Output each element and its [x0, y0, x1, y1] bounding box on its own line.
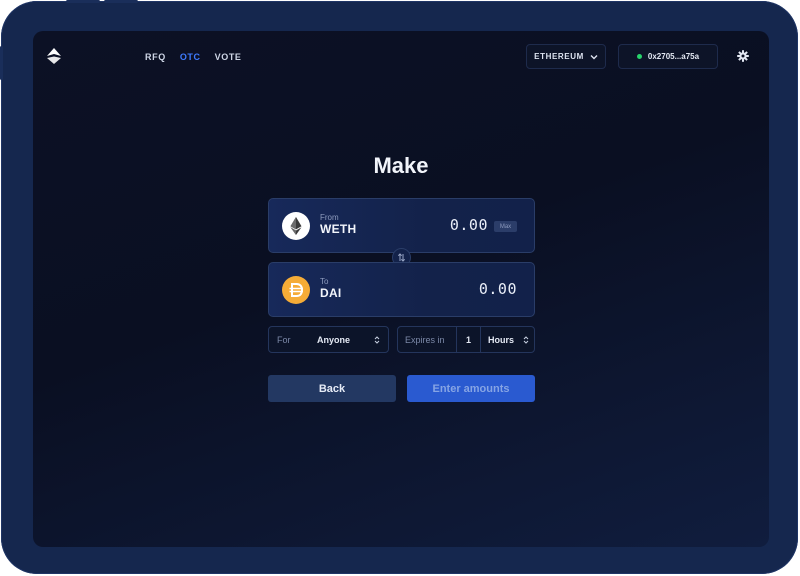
- back-button[interactable]: Back: [268, 375, 396, 402]
- ethereum-icon[interactable]: [282, 212, 310, 240]
- airswap-logo-icon[interactable]: [45, 47, 63, 65]
- chevron-down-icon: [590, 54, 598, 59]
- app-screen: RFQ OTC VOTE ETHEREUM 0x2705...a75a Make: [33, 31, 769, 547]
- connected-status-dot: [636, 54, 642, 59]
- swap-arrows-icon: [397, 253, 406, 262]
- page-title: Make: [373, 153, 429, 178]
- chevron-up-down-icon: [374, 336, 380, 344]
- from-token-panel: From WETH 0.00 Max: [268, 198, 535, 253]
- network-label: ETHEREUM: [534, 52, 584, 61]
- from-amount-input[interactable]: 0.00: [450, 216, 488, 234]
- for-label: For: [277, 335, 291, 345]
- to-amount-input[interactable]: 0.00: [479, 280, 517, 298]
- to-token-selector[interactable]: DAI: [320, 286, 342, 300]
- expires-label: Expires in: [405, 335, 445, 345]
- for-value: Anyone: [317, 335, 351, 345]
- network-selector[interactable]: ETHEREUM: [526, 44, 606, 69]
- divider: [456, 327, 457, 352]
- divider: [480, 327, 481, 352]
- wallet-button[interactable]: 0x2705...a75a: [618, 44, 718, 69]
- device-button-top-right: [104, 0, 138, 3]
- device-button-top-left: [66, 0, 100, 3]
- dai-icon[interactable]: [282, 276, 310, 304]
- wallet-address: 0x2705...a75a: [647, 52, 700, 61]
- max-button[interactable]: Max: [494, 221, 517, 232]
- main-nav: RFQ OTC VOTE: [145, 52, 242, 62]
- chevron-up-down-icon: [523, 336, 529, 344]
- nav-item-vote[interactable]: VOTE: [215, 52, 242, 62]
- device-button-side: [0, 46, 3, 80]
- to-token-panel: To DAI 0.00: [268, 262, 535, 317]
- for-selector[interactable]: For Anyone: [268, 326, 389, 353]
- gear-icon[interactable]: [736, 49, 750, 63]
- from-caption: From: [320, 213, 339, 222]
- from-token-selector[interactable]: WETH: [320, 222, 357, 236]
- expiry-unit-selector[interactable]: Hours: [488, 335, 514, 345]
- nav-item-rfq[interactable]: RFQ: [145, 52, 166, 62]
- expiry-field: Expires in 1 Hours: [397, 326, 535, 353]
- nav-item-otc[interactable]: OTC: [180, 52, 201, 62]
- expiry-value-input[interactable]: 1: [466, 335, 471, 345]
- enter-amounts-button[interactable]: Enter amounts: [407, 375, 535, 402]
- to-caption: To: [320, 277, 329, 286]
